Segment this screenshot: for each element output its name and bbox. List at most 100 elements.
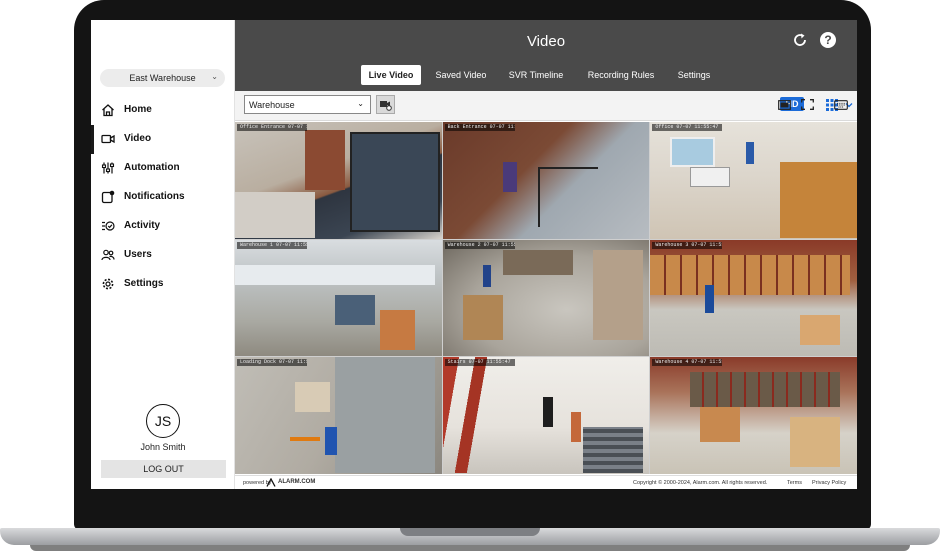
alarm-logo-icon: [266, 478, 276, 487]
sidebar-nav: Home Video Automation Notifications Acti…: [91, 96, 234, 299]
sidebar-item-activity[interactable]: Activity: [91, 212, 234, 241]
terms-link[interactable]: Terms: [787, 480, 802, 486]
camera-label: Office 07-07 11:55:47: [652, 124, 723, 131]
sidebar-item-video[interactable]: Video: [91, 125, 234, 154]
sidebar-item-home[interactable]: Home: [91, 96, 234, 125]
pallet-stack: [462, 294, 503, 340]
sidebar-item-label: Notifications: [124, 191, 185, 202]
chevron-down-icon: ⌄: [211, 72, 218, 81]
privacy-link[interactable]: Privacy Policy: [812, 480, 846, 486]
brick-pillar: [305, 130, 345, 190]
video-grid: Office Entrance 07-07 11:55:47 Back Entr…: [235, 122, 857, 474]
refresh-icon[interactable]: [792, 32, 808, 48]
wood-door: [780, 162, 857, 238]
roll-door: [592, 249, 643, 340]
notification-icon: [101, 190, 115, 204]
sidebar-item-automation[interactable]: Automation: [91, 154, 234, 183]
worker-figure: [746, 142, 755, 164]
page-title: Video: [526, 33, 566, 50]
loading-bay-door: [335, 357, 435, 474]
sidebar-item-users[interactable]: Users: [91, 241, 234, 270]
pallet-stack: [700, 407, 741, 443]
camera-label: Warehouse 3 07-07 11:55:47: [652, 241, 723, 249]
camera-tile[interactable]: Office Entrance 07-07 11:55:47: [235, 122, 442, 239]
racking: [690, 372, 841, 408]
camera-label: Back Entrance 07-07 11:55:47: [444, 124, 515, 131]
camera-tile[interactable]: Warehouse 3 07-07 11:55:47: [650, 239, 857, 357]
person-figure: [542, 397, 553, 428]
box-stack: [295, 382, 330, 413]
camera-group-value: Warehouse: [249, 99, 295, 110]
tab-svr-timeline[interactable]: SVR Timeline: [501, 65, 571, 85]
header: Video ? Live Video Saved Video SVR Timel…: [235, 20, 857, 91]
chevron-down-icon: ⌄: [357, 99, 364, 108]
camera-label: Stairs 07-07 11:55:47: [444, 359, 515, 367]
camera-tile[interactable]: Loading Dock 07-07 11:55:47: [235, 357, 442, 474]
office-desk: [690, 167, 731, 187]
sidebar-item-label: Users: [124, 249, 152, 260]
worker-figure: [502, 162, 517, 192]
avatar[interactable]: JS: [146, 404, 180, 438]
laptop-shadow: [30, 545, 910, 551]
camera-label: Warehouse 1 07-07 11:55:47: [237, 241, 307, 249]
location-select-value: East Warehouse: [129, 73, 196, 83]
sidebar-item-settings[interactable]: Settings: [91, 270, 234, 299]
glass-door: [350, 132, 440, 232]
tab-live-video[interactable]: Live Video: [361, 65, 421, 85]
keyboard-button[interactable]: [833, 95, 849, 114]
tab-saved-video[interactable]: Saved Video: [427, 65, 495, 85]
sidebar: East Warehouse ⌄ Home Video Automation N…: [91, 20, 235, 489]
sidebar-item-label: Settings: [124, 278, 164, 289]
camera-tile[interactable]: Warehouse 1 07-07 11:55:47: [235, 239, 442, 357]
users-icon: [101, 249, 115, 261]
camera-label: Office Entrance 07-07 11:55:47: [237, 124, 307, 131]
camera-label: Warehouse 4 07-07 11:55:47: [652, 359, 723, 367]
home-icon: [102, 104, 114, 117]
tab-settings[interactable]: Settings: [671, 65, 717, 85]
shelving: [502, 249, 573, 275]
camera-tile[interactable]: Warehouse 2 07-07 11:55:47: [442, 239, 650, 357]
sidebar-item-notifications[interactable]: Notifications: [91, 183, 234, 212]
worker-figure: [482, 264, 491, 287]
fullscreen-button[interactable]: [799, 95, 815, 114]
laptop-notch: [400, 528, 540, 536]
box-stack: [380, 309, 415, 350]
sliders-icon: [101, 162, 115, 174]
camera-label: Warehouse 2 07-07 11:55:47: [444, 241, 515, 249]
copyright-text: Copyright © 2000-2024, Alarm.com. All ri…: [633, 480, 768, 486]
camera-tile[interactable]: Warehouse 4 07-07 11:55:47: [650, 357, 857, 474]
camera-gear-icon: [380, 101, 392, 111]
box-stack: [800, 314, 841, 345]
camera-tile[interactable]: Back Entrance 07-07 11:55:47: [442, 122, 650, 239]
video-camera-icon: [101, 134, 115, 144]
logout-button[interactable]: LOG OUT: [101, 460, 226, 478]
machine: [335, 294, 375, 325]
theater-icon: [777, 99, 791, 110]
sidebar-item-label: Video: [124, 133, 152, 144]
gear-icon: [102, 278, 114, 290]
sidebar-item-label: Home: [124, 104, 152, 115]
staircase: [582, 427, 643, 474]
help-icon[interactable]: ?: [820, 32, 836, 48]
app-screen: East Warehouse ⌄ Home Video Automation N…: [91, 20, 857, 489]
red-racking: [650, 254, 851, 295]
camera-tile[interactable]: Stairs 07-07 11:55:47: [442, 357, 650, 474]
camera-group-select[interactable]: Warehouse ⌄: [244, 95, 371, 114]
office-window: [670, 137, 716, 167]
pallet-jack: [290, 437, 320, 442]
tab-bar: Live Video Saved Video SVR Timeline Reco…: [235, 65, 857, 85]
theater-mode-button[interactable]: [776, 95, 792, 114]
red-pipes: [442, 357, 503, 474]
worker-figure: [325, 427, 337, 456]
keyboard-icon: [834, 99, 848, 110]
tab-recording-rules[interactable]: Recording Rules: [579, 65, 663, 85]
worker-figure: [705, 284, 715, 313]
camera-tile[interactable]: Office 07-07 11:55:47: [650, 122, 857, 239]
camera-settings-button[interactable]: [376, 95, 395, 114]
box-stack: [790, 417, 841, 468]
location-select[interactable]: East Warehouse ⌄: [100, 69, 225, 87]
user-name: John Smith: [140, 442, 186, 452]
footer: powered by ALARM.COM Copyright © 2000-20…: [235, 475, 857, 489]
video-toolbar: Warehouse ⌄ HD: [235, 91, 857, 121]
brand-name: ALARM.COM: [278, 479, 316, 485]
